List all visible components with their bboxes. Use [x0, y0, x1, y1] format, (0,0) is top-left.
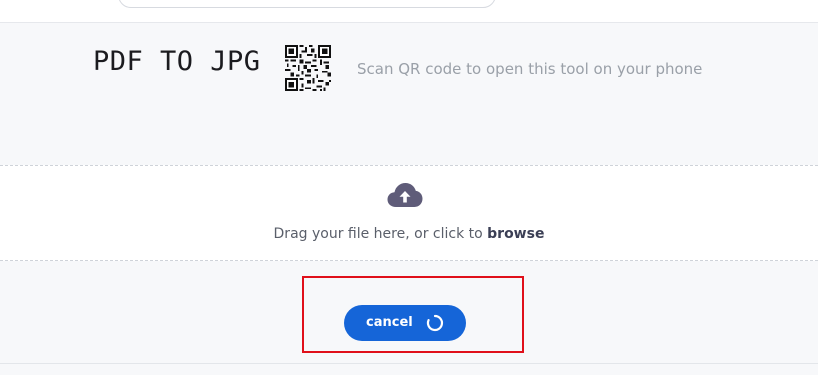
cloud-upload-icon	[387, 183, 423, 207]
browse-link[interactable]: browse	[487, 226, 544, 242]
qr-caption: Scan QR code to open this tool on your p…	[357, 60, 703, 78]
qr-code-icon	[285, 45, 331, 91]
divider	[0, 363, 818, 364]
file-dropzone[interactable]: Drag your file here, or click to browse	[0, 165, 818, 261]
cancel-button[interactable]: cancel	[344, 305, 466, 341]
page: PDF TO JPG Scan QR code to open this too…	[0, 0, 818, 375]
page-title: PDF TO JPG	[93, 46, 261, 77]
cancel-button-label: cancel	[366, 315, 413, 330]
top-bar	[0, 0, 818, 23]
search-input[interactable]	[118, 0, 496, 8]
dropzone-instruction: Drag your file here, or click to	[273, 226, 488, 242]
dropzone-text: Drag your file here, or click to browse	[0, 226, 818, 242]
loading-spinner-icon	[426, 314, 444, 332]
